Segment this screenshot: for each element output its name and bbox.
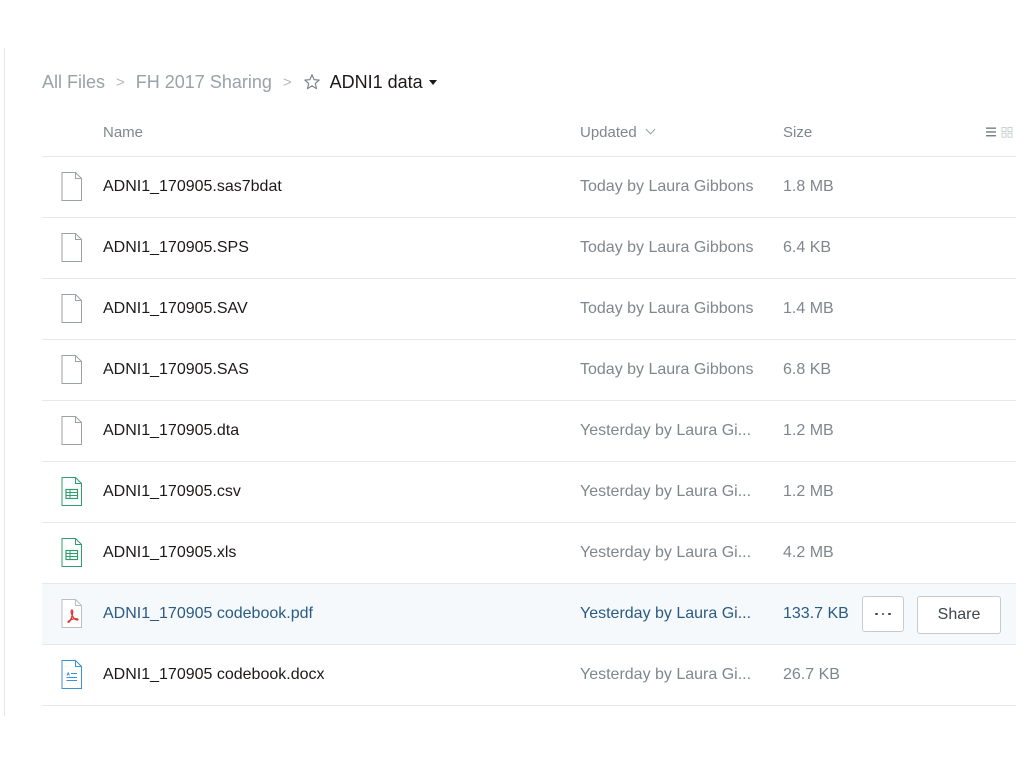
folder-menu-caret-icon[interactable] — [428, 79, 437, 85]
file-name[interactable]: ADNI1_170905 codebook.docx — [103, 666, 325, 684]
file-icon — [60, 355, 84, 385]
file-list-header: Name Updated Size — [42, 108, 1016, 157]
file-name[interactable]: ADNI1_170905.sas7bdat — [103, 178, 282, 196]
breadcrumb-separator: > — [282, 73, 292, 91]
sort-chevron-icon — [645, 124, 656, 135]
file-row[interactable]: ADNI1_170905.SAV Today by Laura Gibbons … — [42, 279, 1016, 340]
file-list: ADNI1_170905.sas7bdat Today by Laura Gib… — [42, 157, 1016, 706]
file-updated: Yesterday by Laura Gi... — [580, 605, 752, 622]
breadcrumb: All Files > FH 2017 Sharing > ADNI1 data — [42, 70, 437, 94]
file-updated: Yesterday by Laura Gi... — [580, 544, 752, 561]
file-size: 1.2 MB — [783, 483, 834, 500]
file-row-selected[interactable]: ADNI1_170905 codebook.pdf Yesterday by L… — [42, 584, 1016, 645]
breadcrumb-separator: > — [116, 73, 125, 91]
file-name[interactable]: ADNI1_170905.SAS — [103, 361, 249, 379]
file-name[interactable]: ADNI1_170905.SAV — [103, 300, 248, 318]
file-row[interactable]: ADNI1_170905.csv Yesterday by Laura Gi..… — [42, 462, 1016, 523]
file-size: 6.8 KB — [783, 361, 832, 378]
file-name[interactable]: ADNI1_170905.xls — [103, 544, 236, 562]
star-icon[interactable] — [303, 73, 321, 91]
column-header-updated-label: Updated — [580, 124, 637, 141]
file-row[interactable]: ADNI1_170905.SAS Today by Laura Gibbons … — [42, 340, 1016, 401]
file-row[interactable]: ADNI1_170905.dta Yesterday by Laura Gi..… — [42, 401, 1016, 462]
file-row[interactable]: ADNI1_170905 codebook.docx Yesterday by … — [42, 645, 1016, 706]
file-updated: Yesterday by Laura Gi... — [580, 422, 752, 439]
file-row[interactable]: ADNI1_170905.sas7bdat Today by Laura Gib… — [42, 157, 1016, 218]
breadcrumb-current-folder[interactable]: ADNI1 data — [330, 72, 423, 93]
spreadsheet-icon — [60, 538, 84, 568]
more-dot-icon — [888, 612, 891, 616]
file-size: 6.4 KB — [783, 239, 832, 256]
grid-view-icon — [1001, 127, 1013, 138]
more-options-button[interactable] — [862, 596, 904, 632]
file-updated: Today by Laura Gibbons — [580, 300, 754, 317]
file-row[interactable]: ADNI1_170905.SPS Today by Laura Gibbons … — [42, 218, 1016, 279]
file-updated: Yesterday by Laura Gi... — [580, 666, 752, 683]
document-icon — [60, 660, 84, 690]
column-header-name[interactable]: Name — [103, 124, 143, 141]
column-header-updated[interactable]: Updated — [580, 124, 656, 141]
file-size: 1.4 MB — [783, 300, 834, 317]
pdf-icon — [60, 599, 84, 629]
file-updated: Yesterday by Laura Gi... — [580, 483, 752, 500]
file-size: 1.2 MB — [783, 422, 834, 439]
file-name[interactable]: ADNI1_170905.dta — [103, 422, 239, 440]
view-toggle[interactable] — [982, 125, 1016, 139]
file-icon — [60, 172, 84, 202]
share-button[interactable]: Share — [917, 596, 1001, 634]
more-dot-icon — [881, 612, 885, 616]
file-name[interactable]: ADNI1_170905.SPS — [103, 239, 249, 257]
file-updated: Today by Laura Gibbons — [580, 178, 754, 195]
file-icon — [60, 233, 84, 263]
file-row[interactable]: ADNI1_170905.xls Yesterday by Laura Gi..… — [42, 523, 1016, 584]
file-name[interactable]: ADNI1_170905 codebook.pdf — [103, 605, 313, 623]
column-header-size[interactable]: Size — [783, 124, 812, 141]
file-icon — [60, 294, 84, 324]
file-updated: Today by Laura Gibbons — [580, 239, 754, 256]
file-icon — [60, 416, 84, 446]
breadcrumb-fh-2017-sharing[interactable]: FH 2017 Sharing — [136, 72, 272, 93]
file-name[interactable]: ADNI1_170905.csv — [103, 483, 241, 501]
file-size: 26.7 KB — [783, 666, 840, 683]
more-dot-icon — [875, 612, 878, 616]
file-size: 4.2 MB — [783, 544, 834, 561]
left-divider — [4, 48, 5, 716]
list-view-icon — [986, 127, 996, 137]
file-updated: Today by Laura Gibbons — [580, 361, 754, 378]
breadcrumb-all-files[interactable]: All Files — [42, 72, 105, 93]
spreadsheet-icon — [60, 477, 84, 507]
file-browser: All Files > FH 2017 Sharing > ADNI1 data… — [0, 0, 1024, 768]
file-size: 1.8 MB — [783, 178, 834, 195]
file-size: 133.7 KB — [783, 605, 849, 622]
